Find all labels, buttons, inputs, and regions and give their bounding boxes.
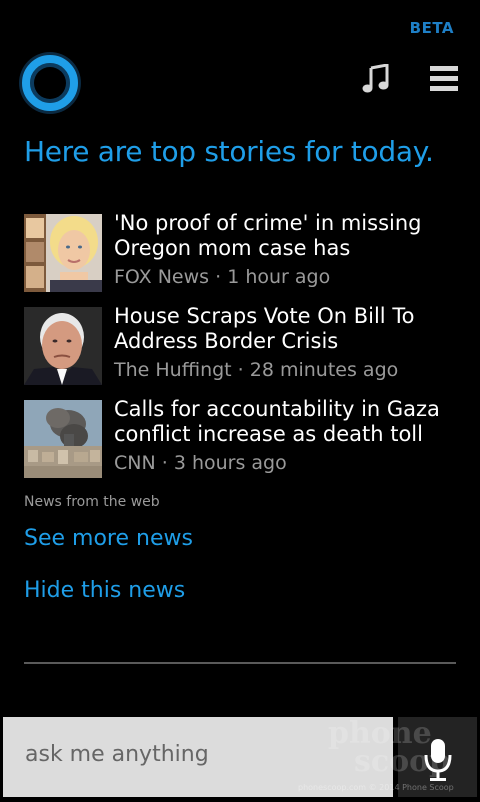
music-button[interactable] [362,63,390,94]
music-note-icon [362,63,389,93]
news-source: FOX News [114,266,210,288]
news-meta: CNN · 3 hours ago [114,452,287,474]
news-title[interactable]: House Scraps Vote On Bill To Address Bor… [114,304,464,354]
news-thumbnail [24,214,102,292]
news-title[interactable]: Calls for accountability in Gaza conflic… [114,397,464,447]
hamburger-menu-icon [430,66,458,71]
divider [24,662,456,664]
news-time: 1 hour ago [227,266,331,288]
hide-news-link[interactable]: Hide this news [24,578,185,603]
news-list: 'No proof of crime' in missing Oregon mo… [24,211,464,493]
news-item[interactable]: 'No proof of crime' in missing Oregon mo… [24,211,464,307]
microphone-button[interactable] [398,717,477,797]
search-box[interactable] [3,717,393,797]
page-title: Here are top stories for today. [24,135,434,168]
hamburger-menu-button[interactable] [430,66,458,92]
see-more-news-link[interactable]: See more news [24,526,193,551]
news-meta: The Huffingt · 28 minutes ago [114,359,399,381]
source-note: News from the web [24,494,160,510]
news-thumbnail [24,307,102,385]
beta-label: BETA [409,19,454,37]
news-item[interactable]: Calls for accountability in Gaza conflic… [24,397,464,493]
news-source: CNN [114,452,156,474]
news-meta: FOX News · 1 hour ago [114,266,331,288]
news-time: 3 hours ago [173,452,287,474]
news-time: 28 minutes ago [249,359,399,381]
news-item[interactable]: House Scraps Vote On Bill To Address Bor… [24,304,464,400]
cortana-icon[interactable] [22,55,78,111]
news-thumbnail [24,400,102,478]
news-source: The Huffingt [114,359,232,381]
search-input[interactable] [23,741,377,768]
news-title[interactable]: 'No proof of crime' in missing Oregon mo… [114,211,464,261]
microphone-icon [424,739,452,781]
